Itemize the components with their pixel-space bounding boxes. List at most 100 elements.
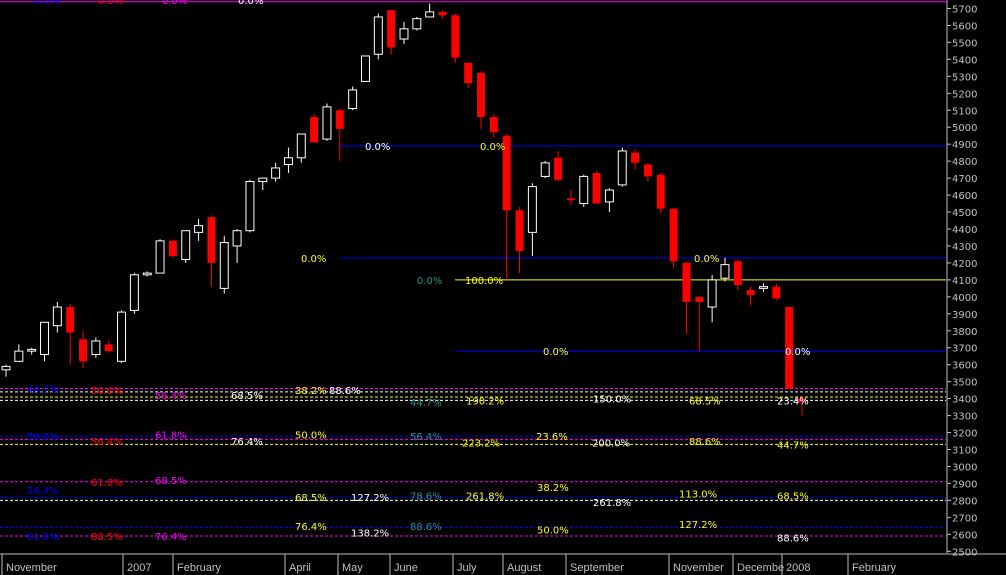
candle-down: [772, 286, 781, 299]
fib-label: 0.0%: [365, 142, 390, 153]
y-tick-label: 4000: [952, 293, 977, 304]
fib-label: 50.0%: [295, 430, 327, 441]
candle-up: [322, 106, 332, 140]
fib-label: 23.4%: [777, 396, 809, 407]
candle-down: [746, 290, 755, 296]
fib-label: 88.6%: [689, 437, 721, 448]
fib-label: 56.4%: [410, 432, 442, 443]
fib-label: 0.0%: [694, 254, 719, 265]
candle-up: [399, 28, 409, 40]
fib-label: 88.6%: [410, 522, 442, 533]
candle-up: [232, 230, 242, 247]
candle-up: [155, 240, 165, 274]
y-tick-label: 5000: [952, 123, 977, 134]
fib-label: 44.7%: [777, 440, 809, 451]
candlestick-chart-svg: 0.0% 0.0% 0.0% 0.0% 0.0% 0.0% 0.0% 0.0% 0.0% 100.…: [0, 0, 1006, 575]
candles-layer: [1, 3, 806, 416]
fib-lines-layer: [0, 1, 946, 537]
fib-label: 261.8%: [593, 498, 631, 509]
y-tick-label: 3400: [952, 395, 977, 406]
x-tick-label: November: [673, 562, 724, 574]
fib-label: 127.2%: [351, 493, 389, 504]
fib-label: 0.0%: [543, 347, 568, 358]
y-tick-label: 2600: [952, 530, 977, 541]
fib-label: 127.2%: [679, 520, 717, 531]
fib-label: 50.0%: [91, 386, 123, 397]
candle-up: [348, 89, 358, 110]
candle-up: [117, 311, 127, 362]
candle-up: [27, 348, 37, 352]
y-tick-label: 3800: [952, 327, 977, 338]
candle-up: [14, 350, 24, 362]
fib-label: 68.5%: [689, 396, 721, 407]
fib-label: 0.0%: [480, 142, 505, 153]
fib-label: 76.4%: [231, 437, 263, 448]
y-tick-label: 3600: [952, 361, 977, 372]
fib-label: 56.4%: [155, 391, 187, 402]
y-tick-label: 4800: [952, 157, 977, 168]
candle-up: [604, 189, 614, 203]
candle-up: [40, 321, 49, 356]
candle-down: [733, 261, 742, 285]
candle-up: [1, 365, 11, 371]
fib-label: 138.2%: [351, 529, 389, 540]
x-tick-label: July: [457, 562, 477, 574]
y-tick-label: 5600: [952, 21, 977, 32]
candle-up: [579, 175, 589, 205]
candle-up: [181, 230, 191, 261]
y-tick-label: 5700: [952, 4, 977, 15]
x-tick-label: April: [289, 562, 311, 574]
fib-label: 0.0%: [98, 0, 123, 7]
candle-up: [91, 340, 101, 356]
fib-label: 0.0%: [785, 347, 810, 358]
candle-down: [104, 344, 113, 352]
fib-label: 0.0%: [238, 0, 263, 7]
fib-label: 113.0%: [679, 490, 717, 501]
candle-up: [258, 177, 268, 183]
fib-label: 50.0%: [27, 432, 59, 443]
candle-up: [707, 279, 717, 308]
y-tick-label: 4400: [952, 225, 977, 236]
y-tick-label: 5100: [952, 106, 977, 117]
y-tick-label: 4500: [952, 208, 977, 219]
candle-up: [245, 181, 255, 232]
fib-label: 61.8%: [91, 478, 123, 489]
fib-label: 76.4%: [155, 532, 187, 543]
candle-up: [425, 11, 435, 18]
candle-down: [515, 210, 524, 252]
y-tick-label: 3900: [952, 310, 977, 321]
fib-label: 56.4%: [27, 486, 59, 497]
candle-down: [79, 339, 88, 362]
candle-down: [464, 62, 473, 84]
fib-label: 88.6%: [777, 534, 809, 545]
y-tick-label: 2800: [952, 496, 977, 507]
candle-down: [695, 296, 704, 302]
x-tick-label: February: [852, 562, 897, 574]
y-tick-label: 4700: [952, 174, 977, 185]
candle-down: [438, 11, 447, 16]
candle-down: [669, 208, 678, 262]
fib-label: 0.0%: [162, 0, 187, 7]
fib-label: 88.6%: [329, 386, 361, 397]
fib-label: 223.2%: [462, 439, 500, 450]
fib-label: 44.7%: [410, 398, 442, 409]
candle-up: [412, 18, 422, 30]
axes-layer: 2500 2600 2700 2800 2900 3000 3100 3200 3300 3400…: [0, 0, 1006, 575]
x-tick-label: 2007: [127, 562, 151, 574]
fib-label: 68.5%: [777, 491, 809, 502]
candle-down: [592, 173, 601, 204]
candle-down: [168, 240, 177, 257]
fib-label: 68.5%: [295, 493, 327, 504]
fib-label: 150.0%: [593, 395, 631, 406]
candle-down: [566, 198, 575, 201]
fib-label: 0.0%: [417, 276, 442, 287]
y-tick-label: 3100: [952, 446, 977, 457]
fib-label: 56.4%: [91, 437, 123, 448]
y-tick-label: 4900: [952, 140, 977, 151]
fib-label: 38.2%: [537, 483, 569, 494]
fib-label: 200.0%: [592, 439, 630, 450]
fib-label: 44.7%: [27, 384, 59, 395]
fib-label: 261.8%: [466, 491, 504, 502]
fib-label: 38.2%: [295, 386, 327, 397]
fib-label: 0.0%: [301, 254, 326, 265]
